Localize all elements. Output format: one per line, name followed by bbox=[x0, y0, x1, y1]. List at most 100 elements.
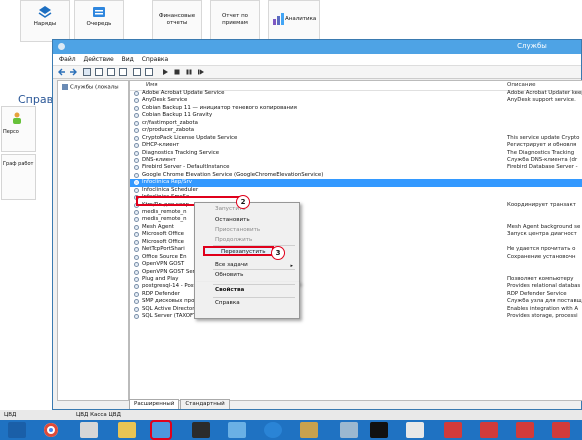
service-row[interactable]: Cobian Backup 11 Gravity bbox=[130, 112, 582, 119]
infoclinica-icon[interactable] bbox=[516, 422, 534, 438]
service-row[interactable]: DHCP-клиент Регистрирует и обновля bbox=[130, 142, 582, 149]
menu-file[interactable]: Файл bbox=[59, 54, 76, 65]
service-name: DNS-клиент bbox=[142, 156, 176, 163]
ribbon-button-analytics[interactable]: Аналитика bbox=[268, 0, 320, 42]
gear-icon bbox=[134, 217, 139, 223]
gear-icon bbox=[134, 239, 139, 245]
app-icon[interactable] bbox=[340, 422, 358, 438]
pause-icon[interactable] bbox=[185, 68, 193, 76]
menu-item-all-tasks[interactable]: Все задачи bbox=[215, 262, 248, 268]
menu-item-refresh[interactable]: Обновить bbox=[215, 272, 243, 278]
folder-icon[interactable] bbox=[118, 422, 136, 438]
printer-icon[interactable] bbox=[192, 422, 210, 438]
document-icon[interactable] bbox=[406, 422, 424, 438]
service-row[interactable]: cr/fastimport_zabota bbox=[130, 120, 582, 127]
gear-icon bbox=[134, 135, 139, 141]
side-tile-schedule[interactable]: Граф работ bbox=[1, 154, 36, 200]
tree-node-services[interactable]: Службы (локалы bbox=[62, 84, 119, 91]
service-description: Служба узла для поставщ bbox=[507, 298, 582, 305]
back-arrow-icon[interactable] bbox=[58, 68, 66, 76]
infoclinica-icon[interactable] bbox=[480, 422, 498, 438]
side-tile-label: Граф работ bbox=[3, 161, 34, 167]
menu-help[interactable]: Справка bbox=[142, 54, 168, 65]
service-description: Сохранение установочн bbox=[507, 253, 576, 260]
service-row[interactable]: Infoclinica Rep/Srv bbox=[130, 179, 582, 187]
restart-icon[interactable] bbox=[197, 68, 205, 76]
gear-icon bbox=[134, 157, 139, 163]
play-icon[interactable] bbox=[161, 68, 169, 76]
refresh-icon[interactable] bbox=[107, 68, 115, 76]
terminal-icon[interactable] bbox=[370, 422, 388, 438]
service-description: Enables integration with A bbox=[507, 305, 579, 312]
stop-icon[interactable] bbox=[173, 68, 181, 76]
service-description: Provides relational databas bbox=[507, 283, 581, 290]
ribbon-button-finance[interactable]: Финансовые отчеты bbox=[152, 0, 202, 42]
service-row[interactable]: Cobian Backup 11 — инициатор теневого ко… bbox=[130, 105, 582, 112]
side-tile-label: Персо bbox=[3, 129, 19, 135]
tab-extended[interactable]: Расширенный bbox=[129, 399, 180, 409]
gear-icon bbox=[134, 143, 139, 149]
menu-item-pause[interactable]: Приостановить bbox=[215, 227, 260, 233]
gear-icon bbox=[134, 172, 139, 178]
infoclinica-icon[interactable] bbox=[552, 422, 570, 438]
tab-standard[interactable]: Стандартный bbox=[180, 399, 230, 409]
step-badge-2: 2 bbox=[236, 195, 250, 209]
service-row[interactable]: AnyDesk Service AnyDesk support service. bbox=[130, 97, 582, 104]
column-description[interactable]: Описание bbox=[507, 82, 535, 88]
gear-icon bbox=[134, 113, 139, 119]
forward-arrow-icon[interactable] bbox=[69, 68, 77, 76]
service-name: CryptoPack License Update Service bbox=[142, 134, 238, 141]
service-row[interactable]: Google Chrome Elevation Service (GoogleC… bbox=[130, 172, 582, 179]
remote-tool-icon[interactable] bbox=[228, 422, 246, 438]
menu-action[interactable]: Действие bbox=[84, 54, 114, 65]
service-name: Infoclinica Rep/Srv bbox=[142, 179, 192, 186]
console-tree-icon[interactable] bbox=[83, 68, 91, 76]
start-icon[interactable] bbox=[8, 422, 26, 438]
service-row[interactable]: Diagnostics Tracking Service The Diagnost… bbox=[130, 150, 582, 157]
service-row[interactable]: DNS-клиент Служба DNS-клиента (dr bbox=[130, 157, 582, 164]
gear-icon bbox=[134, 224, 139, 230]
service-row[interactable]: Infoclinica Scheduler bbox=[130, 187, 582, 194]
ribbon-button-queue[interactable]: Очередь bbox=[74, 0, 124, 42]
properties-icon[interactable] bbox=[145, 68, 153, 76]
browser-icon[interactable] bbox=[264, 422, 282, 438]
service-name: cr/producer_zabota bbox=[142, 127, 195, 134]
menu-item-help[interactable]: Справка bbox=[215, 300, 240, 306]
service-description: RDP Defender Service bbox=[507, 290, 567, 297]
help-icon[interactable] bbox=[133, 68, 141, 76]
menu-item-restart-highlight[interactable]: Перезапустить bbox=[203, 246, 274, 256]
notes-icon[interactable] bbox=[300, 422, 318, 438]
service-row[interactable]: cr/producer_zabota bbox=[130, 127, 582, 134]
menu-item-restart[interactable]: Перезапустить bbox=[221, 249, 266, 255]
file-explorer-icon[interactable] bbox=[80, 422, 98, 438]
list-icon[interactable] bbox=[95, 68, 103, 76]
menu-item-resume[interactable]: Продолжить bbox=[215, 237, 252, 243]
menu-separator bbox=[213, 269, 295, 270]
service-description: AnyDesk support service. bbox=[507, 97, 576, 104]
service-name: Firebird Server - DefaultInstance bbox=[142, 164, 230, 171]
menu-item-stop[interactable]: Остановить bbox=[215, 217, 250, 223]
menu-separator bbox=[213, 297, 295, 298]
ribbon-button-visits-report[interactable]: Отчет по приемам bbox=[210, 0, 260, 42]
side-tile-personnel[interactable]: Персо bbox=[1, 106, 36, 152]
gear-icon bbox=[134, 306, 139, 312]
gear-icon bbox=[134, 187, 139, 193]
taskbar bbox=[0, 420, 582, 440]
infoclinica-icon[interactable] bbox=[444, 422, 462, 438]
chrome-icon[interactable] bbox=[44, 423, 58, 437]
ribbon-label: Наряды bbox=[33, 21, 57, 27]
service-row[interactable]: Firebird Server - DefaultInstance Firebir… bbox=[130, 164, 582, 171]
services-taskbar-icon[interactable] bbox=[150, 420, 172, 440]
service-description: Provides storage, processi bbox=[507, 313, 578, 320]
service-name: Google Chrome Elevation Service (GoogleC… bbox=[142, 171, 324, 178]
menu-view[interactable]: Вид bbox=[122, 54, 134, 65]
window-titlebar[interactable]: Службы bbox=[53, 40, 581, 54]
column-name[interactable]: Имя bbox=[146, 82, 158, 88]
service-row[interactable]: Adobe Acrobat Update Service Adobe Acroba… bbox=[130, 90, 582, 97]
taskbar-label-cvd-kassa: ЦВД Касса ЦВД bbox=[76, 412, 121, 418]
ribbon-button-orders[interactable]: Наряды bbox=[20, 0, 70, 42]
export-icon[interactable] bbox=[119, 68, 127, 76]
service-row[interactable]: CryptoPack License Update Service This se… bbox=[130, 135, 582, 142]
service-description: The Diagnostics Tracking bbox=[507, 149, 575, 156]
menu-item-properties[interactable]: Свойства bbox=[215, 287, 244, 293]
